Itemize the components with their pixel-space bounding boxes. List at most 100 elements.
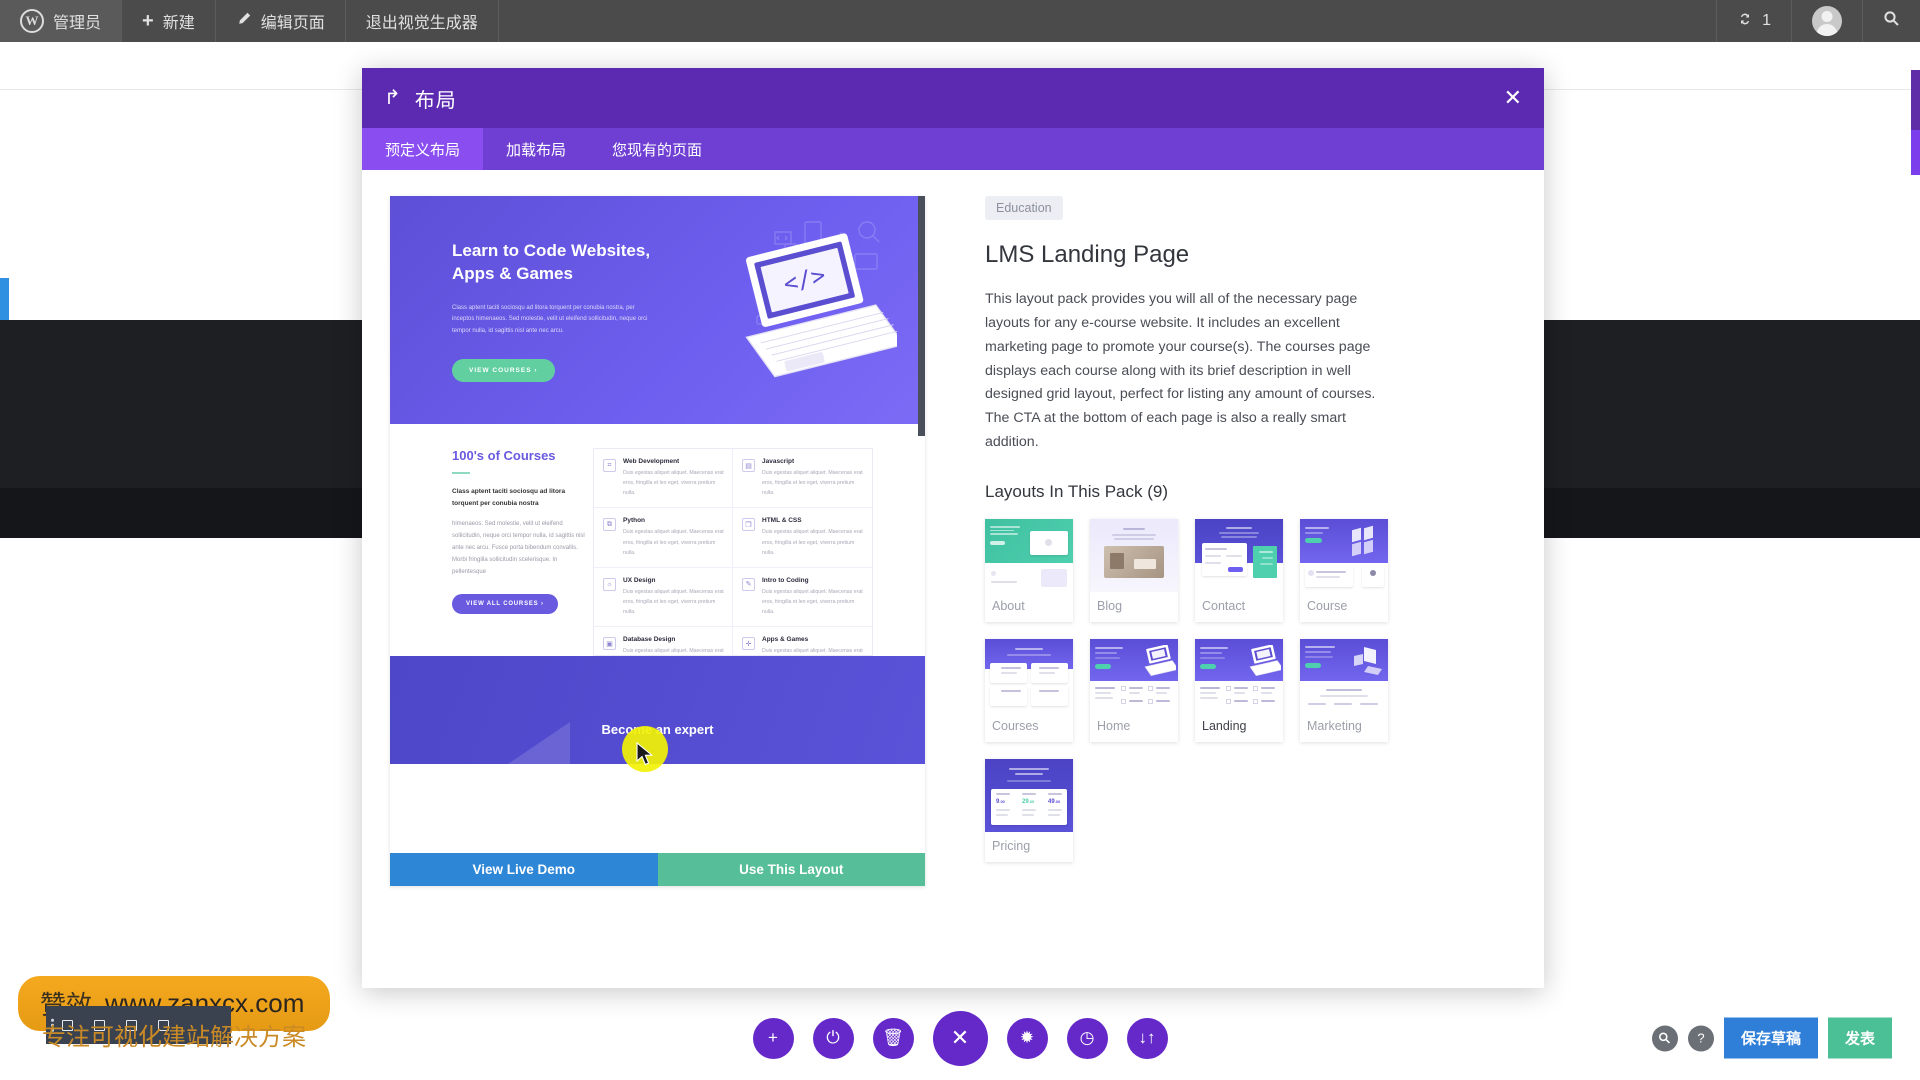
question-mark-icon[interactable]: ? <box>1687 1025 1714 1051</box>
course-item: ⌗ Web Development Duis egestas aliquet ali… <box>594 449 733 509</box>
preview-scrollbar[interactable] <box>918 196 925 436</box>
tab-existing-pages[interactable]: 您现有的页面 <box>589 128 725 170</box>
preview-courses-body: himenaeos. Sed molestie, velit ut eleife… <box>452 521 585 576</box>
toolbar-close-icon[interactable]: ✕ <box>932 1010 988 1066</box>
save-draft-button[interactable]: 保存草稿 <box>1723 1017 1818 1059</box>
layout-thumbnail[interactable]: Marketing <box>1300 639 1388 743</box>
lightbulb-icon: ☼ <box>603 577 616 591</box>
tab-predefined-layouts[interactable]: 预定义布局 <box>362 128 484 170</box>
cta-triangle-decoration <box>508 722 570 764</box>
update-arrows-icon <box>1737 11 1753 31</box>
preview-hero-section: Learn to Code Websites, Apps & Games Cla… <box>390 196 925 424</box>
course-item-desc: Duis egestas aliquet aliquet. Maecenas e… <box>762 470 863 497</box>
layout-thumbnail-label: Blog <box>1097 599 1123 614</box>
publish-button[interactable]: 发表 <box>1827 1017 1892 1059</box>
layout-thumbnail[interactable]: Contact <box>1195 519 1283 623</box>
gamepad-icon: ✛ <box>742 637 755 651</box>
laptop-illustration-icon: </> <box>745 233 897 378</box>
preview-hero-button[interactable]: VIEW COURSES › <box>452 359 555 383</box>
course-item-title: UX Design <box>623 576 656 584</box>
course-item-title: Web Development <box>623 458 680 465</box>
back-arrow-icon[interactable]: ↰ <box>384 87 401 109</box>
adminbar-item-new[interactable]: + 新建 <box>122 0 216 42</box>
adminbar-item-search[interactable] <box>1862 0 1920 42</box>
layout-thumbnail-label: Marketing <box>1307 719 1362 734</box>
magnifier-icon[interactable] <box>1651 1025 1678 1051</box>
adminbar-label-new: 新建 <box>162 15 195 32</box>
adminbar-item-exit-builder[interactable]: 退出视觉生成器 <box>346 0 499 42</box>
toolbar-plus-icon[interactable]: + <box>752 1017 794 1059</box>
wordpress-logo-icon <box>20 9 44 33</box>
preview-courses-heading: 100's of Courses <box>452 448 556 463</box>
layout-thumbnail-label: Course <box>1307 599 1348 614</box>
layout-thumbnail[interactable]: Blog <box>1090 519 1178 623</box>
layout-thumbnail-label: About <box>992 599 1025 614</box>
course-item: ☼ UX Design Duis egestas aliquet aliquet. … <box>594 567 733 628</box>
user-avatar-icon <box>1812 6 1842 36</box>
plus-icon: + <box>142 10 154 32</box>
view-live-demo-button[interactable]: View Live Demo <box>390 853 658 886</box>
preview-courses-grid: ⌗ Web Development Duis egestas aliquet ali… <box>593 448 873 686</box>
browser-code-icon: ⌗ <box>603 459 616 472</box>
tab-load-layout[interactable]: 加载布局 <box>483 128 589 170</box>
category-badge: Education <box>985 196 1063 220</box>
watermark-tagline: 专注可视化建站解决方案 <box>42 1024 306 1051</box>
toolbar-sort-arrows-icon[interactable]: ↓↑ <box>1126 1017 1168 1059</box>
layout-thumbnail[interactable]: Courses <box>985 639 1073 743</box>
layout-preview-column: Learn to Code Websites, Apps & Games Cla… <box>390 196 925 988</box>
layout-thumbnail[interactable]: Home <box>1090 639 1178 743</box>
adminbar-label-edit-page: 编辑页面 <box>260 15 325 32</box>
search-icon <box>1883 10 1900 32</box>
toolbar-trash-icon[interactable]: 🗑 <box>872 1017 914 1059</box>
python-icon: ⧉ <box>603 518 616 532</box>
course-item-desc: Duis egestas aliquet aliquet. Maecenas e… <box>623 529 724 556</box>
preview-action-bar: View Live Demo Use This Layout <box>390 853 925 886</box>
pencil-note-icon: ✎ <box>742 577 755 591</box>
adminbar-item-updates[interactable]: 1 <box>1716 0 1791 42</box>
adminbar-label-exit-builder: 退出视觉生成器 <box>365 15 478 32</box>
tab-label-predefined: 预定义布局 <box>385 141 461 159</box>
wp-admin-bar: 管理员 + 新建 编辑页面 退出视觉生成器 1 <box>0 0 1920 42</box>
toolbar-power-icon[interactable]: ⏻ <box>812 1017 854 1059</box>
use-this-layout-button[interactable]: Use This Layout <box>657 853 925 886</box>
layout-thumbnail-image <box>1300 519 1388 593</box>
preview-courses-button[interactable]: VIEW ALL COURSES › <box>452 594 558 615</box>
site-watermark: 赞效 www.zanxcx.com 专注可视化建站解决方案 <box>18 976 331 1052</box>
layout-thumbnail-label: Landing <box>1202 719 1247 734</box>
course-item: ▤ Javascript Duis egestas aliquet aliquet.… <box>733 449 872 509</box>
adminbar-item-account[interactable] <box>1791 0 1862 42</box>
layout-thumbnail[interactable]: About <box>985 519 1073 623</box>
modal-header: ↰ 布局 ✕ <box>362 68 1544 128</box>
toolbar-history-clock-icon[interactable]: ◷ <box>1066 1017 1108 1059</box>
layout-info-column: Education LMS Landing Page This layout p… <box>925 196 1516 988</box>
adminbar-item-site[interactable]: 管理员 <box>0 0 123 42</box>
adminbar-label-site: 管理员 <box>53 15 102 32</box>
course-item-title: Python <box>623 517 646 525</box>
mouse-cursor-icon <box>636 742 654 766</box>
layout-thumbnail-image: 9.00 29.00 49.00 <box>985 759 1073 833</box>
adminbar-item-edit-page[interactable]: 编辑页面 <box>216 0 346 42</box>
preview-hero-heading: Learn to Code Websites, Apps & Games <box>452 241 651 283</box>
modal-body: Learn to Code Websites, Apps & Games Cla… <box>362 170 1544 988</box>
builder-toolbar-right: ? 保存草稿 发表 <box>1651 1017 1892 1059</box>
modal-tab-bar: 预定义布局 加载布局 您现有的页面 <box>362 128 1544 170</box>
pencil-icon <box>236 11 252 32</box>
layout-thumbnail-label: Contact <box>1202 599 1246 614</box>
layout-thumbnail[interactable]: 9.00 29.00 49.00 Pricing <box>985 759 1073 863</box>
layout-thumbnail[interactable]: Course <box>1300 519 1388 623</box>
layout-modal: ↰ 布局 ✕ 预定义布局 加载布局 您现有的页面 Learn to Code W… <box>362 68 1544 988</box>
course-item-desc: Duis egestas aliquet aliquet. Maecenas e… <box>623 470 724 497</box>
layout-thumbnail-image <box>1090 639 1178 713</box>
course-item-title: Database Design <box>623 636 676 644</box>
course-item-title: Intro to Coding <box>762 576 809 584</box>
course-item: ⧉ Python Duis egestas aliquet aliquet. Mae… <box>594 508 733 568</box>
course-item-title: Javascript <box>762 458 795 465</box>
builder-toolbar-buttons: + ⏻ 🗑 ✕ ✹ ◷ ↓↑ <box>752 1010 1168 1066</box>
layout-thumbnail-label: Courses <box>992 719 1039 734</box>
course-item-title: HTML & CSS <box>762 517 802 525</box>
preview-courses-subheading: Class aptent taciti sociosqu ad litora t… <box>452 488 566 508</box>
toolbar-gear-icon[interactable]: ✹ <box>1006 1017 1048 1059</box>
layout-thumbnail-grid: About Blog Contact Course Courses Home Landing… <box>985 519 1506 863</box>
layout-thumbnail[interactable]: Landing <box>1195 639 1283 743</box>
close-icon[interactable]: ✕ <box>1504 87 1522 109</box>
